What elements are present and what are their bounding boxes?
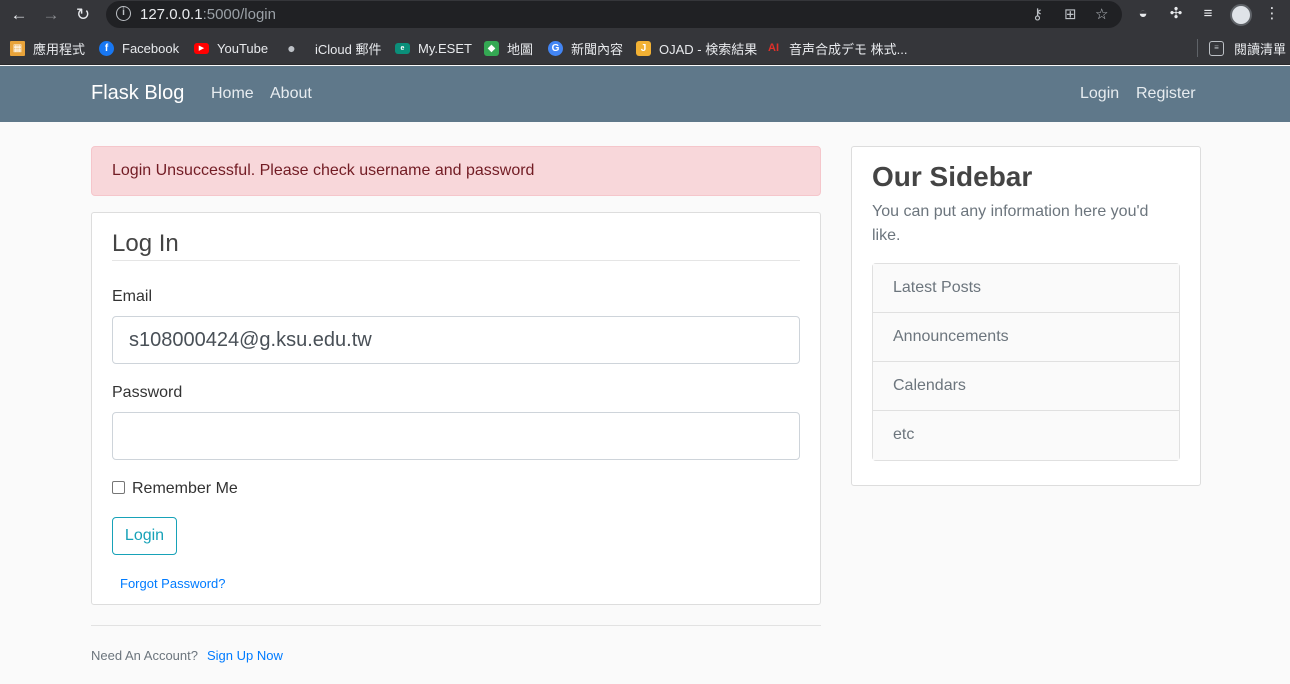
sidebar-item-latest-posts[interactable]: Latest Posts	[873, 264, 1179, 313]
url-text[interactable]: 127.0.0.1:5000/login	[140, 6, 276, 23]
forgot-password-link[interactable]: Forgot Password?	[120, 576, 226, 591]
sidebar-list: Latest Posts Announcements Calendars etc	[872, 263, 1180, 461]
bookmark-reading-list[interactable]: ≡ 閱讀清單	[1209, 39, 1286, 57]
bookmark-ojad[interactable]: J OJAD - 検索結果	[636, 39, 757, 57]
bookmark-label: YouTube	[217, 40, 269, 56]
bookmark-label: Facebook	[122, 40, 180, 56]
map-pin-icon: ◆	[484, 40, 499, 56]
password-label: Password	[112, 384, 183, 401]
bookmark-apps[interactable]: ▦ 應用程式	[10, 39, 85, 57]
ojad-icon: J	[636, 40, 651, 56]
bookmark-label: My.ESET	[418, 40, 472, 56]
nav-login-link[interactable]: Login	[1080, 85, 1119, 103]
forward-icon[interactable]: →	[40, 4, 62, 26]
legend-divider	[112, 260, 800, 261]
url-path: :5000/login	[202, 6, 276, 23]
star-icon[interactable]: ☆	[1095, 6, 1108, 23]
sidebar-title: Our Sidebar	[872, 161, 1033, 192]
bookmark-facebook[interactable]: f Facebook	[99, 39, 179, 57]
bookmark-eset[interactable]: e My.ESET	[395, 39, 472, 57]
extension-icon[interactable]: ◒	[1133, 5, 1153, 23]
browser-toolbar: ← → ↻ i 127.0.0.1:5000/login ⚷ ⊞ ☆ ◒ ✣ ≡…	[0, 0, 1290, 30]
need-account-text: Need An Account?	[91, 648, 198, 663]
bookmark-tts-demo[interactable]: AI 音声合成デモ 株式...	[766, 39, 907, 57]
flash-alert: Login Unsuccessful. Please check usernam…	[91, 146, 821, 196]
sidebar-item-announcements[interactable]: Announcements	[873, 313, 1179, 362]
form-legend: Log In	[112, 230, 179, 257]
footer-divider	[91, 625, 821, 626]
remember-label[interactable]: Remember Me	[132, 480, 238, 498]
bookmark-label: iCloud 郵件	[315, 41, 382, 57]
profile-avatar[interactable]	[1230, 4, 1252, 26]
bookmark-label: 新聞內容	[571, 41, 624, 57]
eset-icon: e	[395, 42, 410, 54]
login-submit-button[interactable]: Login	[112, 517, 177, 555]
site-navbar: Flask Blog Home About Login Register	[0, 66, 1290, 122]
back-icon[interactable]: ←	[8, 4, 30, 26]
facebook-icon: f	[99, 40, 114, 56]
bookmark-news[interactable]: G 新聞內容	[548, 39, 623, 57]
sidebar-description: You can put any information here you'd l…	[872, 203, 1149, 244]
translate-icon[interactable]: ⊞	[1064, 6, 1077, 23]
bookmark-separator	[1197, 39, 1198, 57]
url-host: 127.0.0.1	[140, 6, 203, 23]
ai-logo-icon: AI	[768, 41, 779, 54]
bookmark-maps[interactable]: ◆ 地圖	[484, 39, 533, 57]
sign-up-link[interactable]: Sign Up Now	[207, 648, 283, 663]
site-info-icon[interactable]: i	[116, 6, 131, 21]
remember-checkbox[interactable]	[112, 481, 125, 494]
bookmark-icloud[interactable]: ● iCloud 郵件	[284, 39, 381, 57]
brand-link[interactable]: Flask Blog	[91, 82, 184, 105]
sidebar-item-calendars[interactable]: Calendars	[873, 362, 1179, 411]
bookmark-label: 應用程式	[33, 41, 86, 57]
password-input[interactable]	[112, 412, 800, 460]
bookmark-label: 閱讀清單	[1234, 41, 1287, 57]
reload-icon[interactable]: ↻	[72, 4, 94, 26]
nav-about-link[interactable]: About	[270, 85, 312, 103]
key-icon[interactable]: ⚷	[1032, 6, 1043, 23]
nav-home-link[interactable]: Home	[211, 85, 254, 103]
login-card: Log In Email Password Remember Me Login …	[91, 212, 821, 605]
bookmark-youtube[interactable]: ▶ YouTube	[194, 39, 268, 57]
apple-icon: ●	[287, 39, 296, 56]
email-input[interactable]	[112, 316, 800, 364]
address-bar[interactable]: i 127.0.0.1:5000/login ⚷ ⊞ ☆	[106, 1, 1122, 28]
reading-list-icon: ≡	[1209, 40, 1224, 56]
email-label: Email	[112, 288, 153, 305]
bookmark-label: 地圖	[507, 41, 534, 57]
sidebar-item-etc[interactable]: etc	[873, 411, 1179, 460]
apps-grid-icon: ▦	[10, 40, 25, 56]
nav-register-link[interactable]: Register	[1136, 85, 1196, 103]
puzzle-icon[interactable]: ✣	[1166, 5, 1186, 23]
reading-list-icon[interactable]: ≡	[1198, 5, 1218, 23]
news-icon: G	[548, 40, 563, 56]
menu-icon[interactable]: ⋮	[1262, 5, 1282, 23]
bookmark-label: OJAD - 検索結果	[659, 41, 758, 57]
sidebar: Our Sidebar You can put any information …	[851, 146, 1201, 486]
bookmark-label: 音声合成デモ 株式...	[789, 41, 908, 57]
youtube-icon: ▶	[194, 42, 209, 54]
